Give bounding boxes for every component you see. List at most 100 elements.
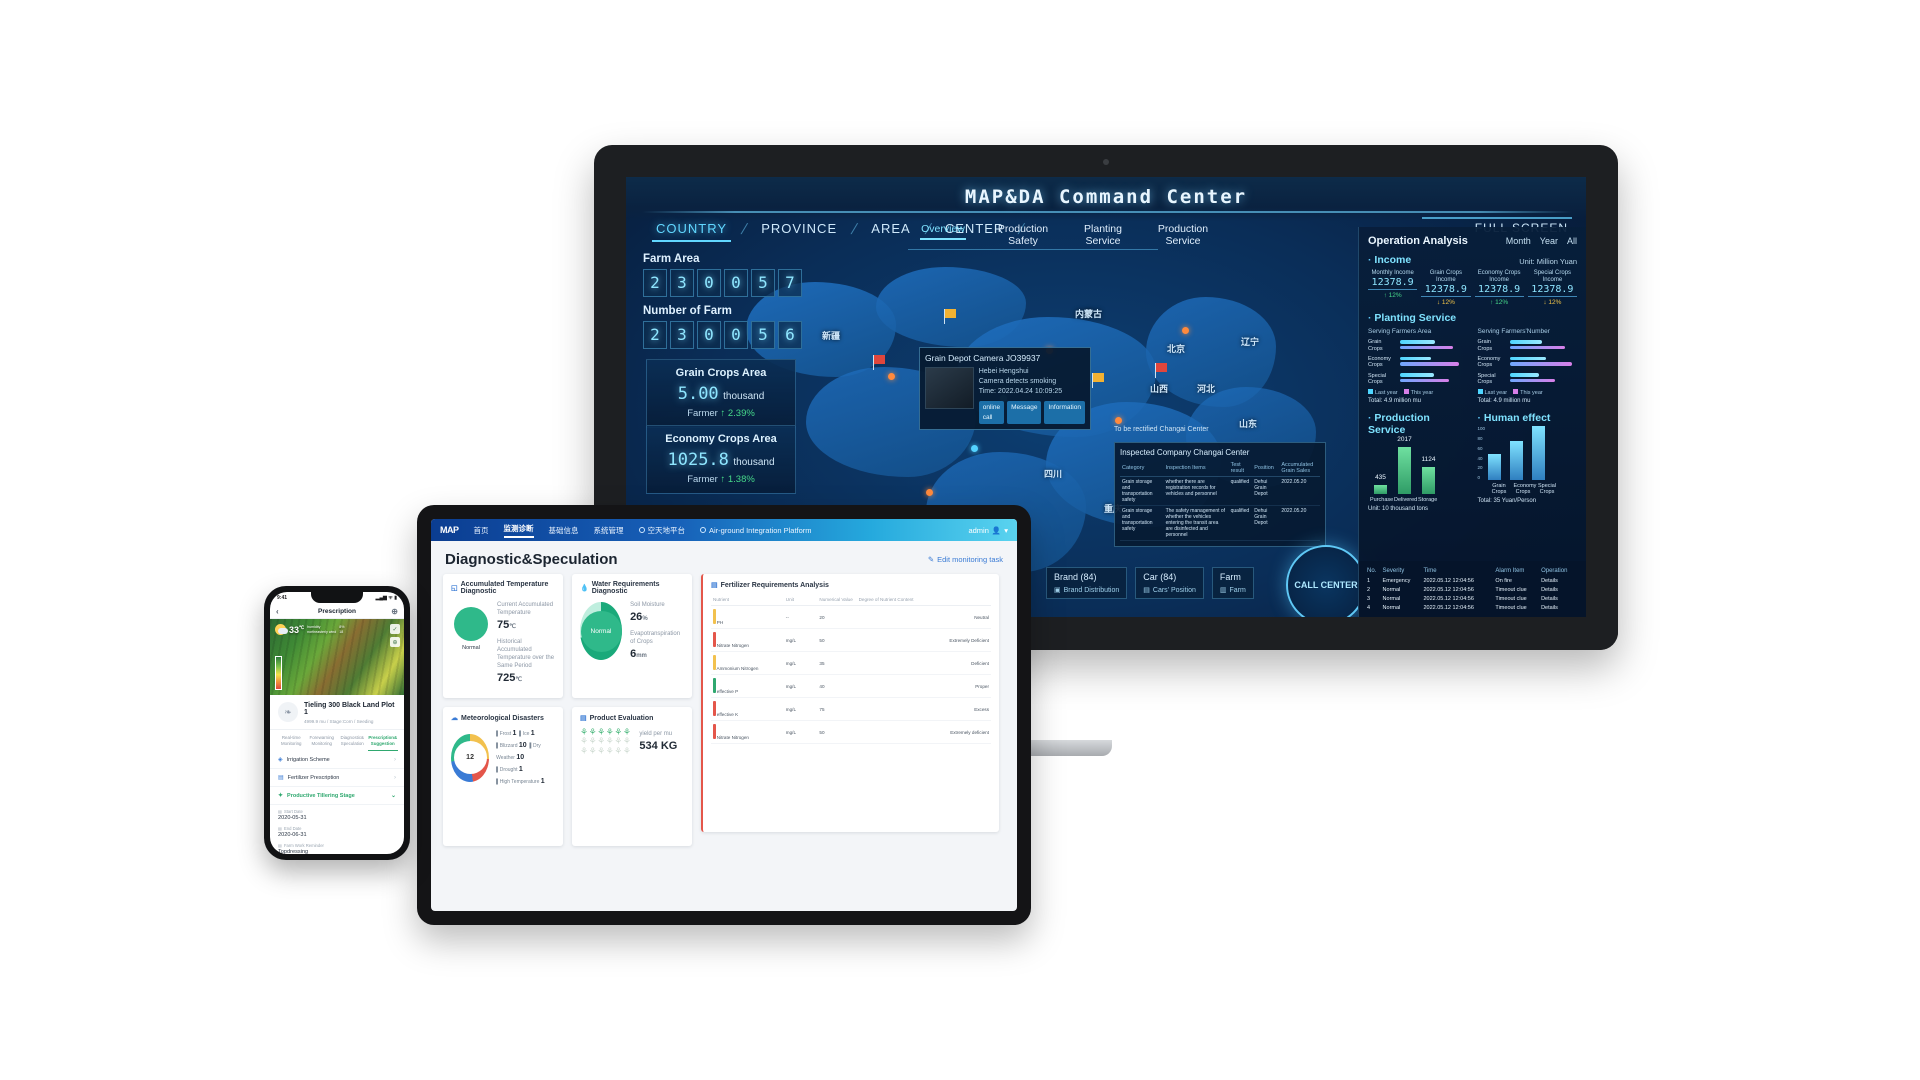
card-title: Grain Crops Area (675, 367, 767, 379)
edit-monitoring-task-button[interactable]: ✎ Edit monitoring task (928, 555, 1003, 564)
details-link[interactable]: Details (1540, 603, 1579, 612)
income-metric: Special Crops Income 12378.9 ↓ 12% (1527, 270, 1577, 306)
brand-chip-item[interactable]: ▣ Brand Distribution (1054, 586, 1119, 595)
field-map-image[interactable]: 33℃ humidity northeasterly wind 8% 18 ✓ … (270, 619, 404, 695)
production-service-chart: Production Service 435 2017 1124 Purchas… (1368, 410, 1468, 512)
meteorological-disasters-card: ☁ Meteorological Disasters 12 ▌Frost 1 ▌I… (443, 707, 563, 846)
bar-label: Economy Crops (1477, 356, 1501, 369)
tab-prescription-suggestion[interactable]: Prescription& Suggestion (367, 735, 398, 752)
row-productive-tillering-stage[interactable]: ✦ Productive Tillering Stage ⌄ (270, 787, 404, 806)
bar-row: Economy Crops (1368, 356, 1468, 369)
table-row: PH -- 20 Neutral (711, 605, 991, 629)
farm-area-digits: 2 3 0 0 5 7 (643, 269, 802, 297)
car-chip[interactable]: Car (84) ▤ Cars' Position (1135, 567, 1204, 599)
cell-result: qualified (1228, 476, 1253, 506)
digit: 2 (643, 321, 667, 349)
back-icon[interactable]: ‹ (276, 607, 279, 616)
range-month[interactable]: Month (1506, 236, 1531, 246)
user-menu[interactable]: admin 👤 ▾ (968, 526, 1008, 535)
phone-tabs[interactable]: Real-time Monitoring Forewarning Monitor… (270, 730, 404, 752)
online-call-button[interactable]: online call (978, 401, 1005, 425)
section-tabs-divider (908, 249, 1158, 250)
income-label: Income (1374, 254, 1412, 266)
details-link[interactable]: Details (1540, 576, 1579, 585)
bar-this-year (1400, 378, 1449, 383)
map-flag-icon[interactable] (944, 309, 956, 324)
camera-thumbnail[interactable] (925, 367, 974, 409)
col-value: Numerical Value (817, 595, 857, 606)
screenshot-stage: MAP&DA Command Center COUNTRY / PROVINCE… (0, 0, 1920, 1080)
map-flag-icon[interactable] (873, 355, 885, 370)
map-pin[interactable] (1115, 417, 1122, 424)
tab-forewarning-monitoring[interactable]: Forewarning Monitoring (307, 735, 338, 751)
grain-depot-camera-popup: Grain Depot Camera JO39937 Hebei Hengshu… (919, 347, 1091, 431)
map-flag-icon[interactable] (1155, 363, 1167, 378)
digit: 0 (697, 269, 721, 297)
to-be-rectified-label: To be rectified Changai Center (1114, 426, 1209, 433)
weather-values: 8% 18 (339, 625, 344, 634)
map-pin[interactable] (1182, 327, 1189, 334)
income-metric: Grain Crops Income 12378.9 ↓ 12% (1421, 270, 1471, 306)
nav-item-system-mgmt[interactable]: 系统管理 (594, 525, 624, 536)
detail-value: 2020-05-31 (278, 815, 307, 822)
fertilizer-requirements-card: ▤ Fertilizer Requirements Analysis Nutrie… (701, 574, 999, 832)
card-delta: ↑ 1.38% (720, 474, 755, 485)
farm-chip-title: Farm (1219, 572, 1241, 582)
map-controls[interactable]: ✓ ⊕ (390, 624, 400, 647)
tab-production-safety[interactable]: Production Safety (992, 223, 1054, 251)
map-flag-icon[interactable] (1092, 373, 1104, 388)
row-irrigation-scheme[interactable]: ◈ Irrigation Scheme › (270, 751, 404, 770)
add-icon[interactable]: ⊕ (391, 607, 398, 616)
car-chip-item[interactable]: ▤ Cars' Position (1143, 586, 1196, 595)
tab-realtime-monitoring[interactable]: Real-time Monitoring (276, 735, 307, 751)
cell-no: 4 (1367, 604, 1371, 611)
zoom-button[interactable]: ⊕ (390, 637, 400, 647)
map-pin[interactable] (926, 489, 933, 496)
card-sub: Farmer ↑ 1.38% (655, 474, 787, 485)
nav-item-basic-info[interactable]: 基础信息 (549, 525, 579, 536)
section-tabs[interactable]: Overview Production Safety Planting Serv… (912, 223, 1214, 251)
map-pin[interactable] (971, 445, 978, 452)
camera-popup-body: Hebei Hengshui Camera detects smoking Ti… (925, 367, 1085, 425)
tab-overview[interactable]: Overview (912, 223, 974, 244)
level-tab-province[interactable]: PROVINCE (747, 217, 851, 242)
tab-diagnostic-speculation[interactable]: Diagnostic& Speculation (337, 735, 368, 751)
details-link[interactable]: Details (1540, 585, 1579, 594)
human-effect-labels: Grain Crops Economy Crops Special Crops (1490, 483, 1578, 495)
platform-en-toggle[interactable]: Air-ground Integration Platform (700, 526, 812, 535)
cell-no: 2 (1367, 586, 1371, 593)
phone-notch (311, 592, 363, 603)
card-value: 1025.8 (667, 450, 729, 470)
range-all[interactable]: All (1567, 236, 1577, 246)
cell-severity: Normal (1382, 604, 1401, 611)
bar-last-year (1400, 373, 1434, 377)
details-link[interactable]: Details (1540, 594, 1579, 603)
tab-production-service[interactable]: Production Service (1152, 223, 1214, 251)
metric-value: 12378.9 (1474, 284, 1524, 298)
call-center-button[interactable]: CALL CENTER (1286, 545, 1366, 617)
farm-chip-item[interactable]: ▥ Farm (1220, 586, 1246, 595)
tab-planting-service[interactable]: Planting Service (1072, 223, 1134, 251)
legend-last-year: Last year (1368, 389, 1398, 396)
level-tab-country[interactable]: COUNTRY (642, 217, 741, 242)
row-fertilizer-prescription[interactable]: ▤ Fertilizer Prescription › (270, 769, 404, 788)
car-chip-label: Cars' Position (1152, 586, 1196, 594)
phone-navbar: ‹ Prescription ⊕ (270, 604, 404, 619)
nav-item-home[interactable]: 首页 (474, 525, 489, 536)
card-body: Normal Soil Moisture 26% Evapotranspirat… (580, 601, 684, 662)
farm-chip[interactable]: Farm ▥ Farm (1211, 567, 1254, 599)
layer-toggle-button[interactable]: ✓ (390, 624, 400, 634)
col-time: Time (1423, 568, 1437, 574)
information-button[interactable]: Information (1044, 401, 1085, 425)
brand-chip[interactable]: Brand (84) ▣ Brand Distribution (1046, 567, 1128, 599)
human-effect-title: Human effect (1478, 412, 1578, 424)
tillering-details: ▤ Start Date 2020-05-31 ▤ End Date 2020-06… (270, 805, 404, 854)
cell-unit: mg/L (783, 720, 818, 744)
nav-item-monitoring[interactable]: 监测诊断 (503, 523, 534, 538)
platform-cn-toggle[interactable]: 空天地平台 (638, 525, 685, 536)
range-year[interactable]: Year (1540, 236, 1558, 246)
range-selector[interactable]: Month Year All (1506, 236, 1577, 246)
message-button[interactable]: Message (1007, 401, 1042, 425)
map-pin[interactable] (888, 373, 895, 380)
wind-label: northeasterly wind (307, 629, 337, 634)
